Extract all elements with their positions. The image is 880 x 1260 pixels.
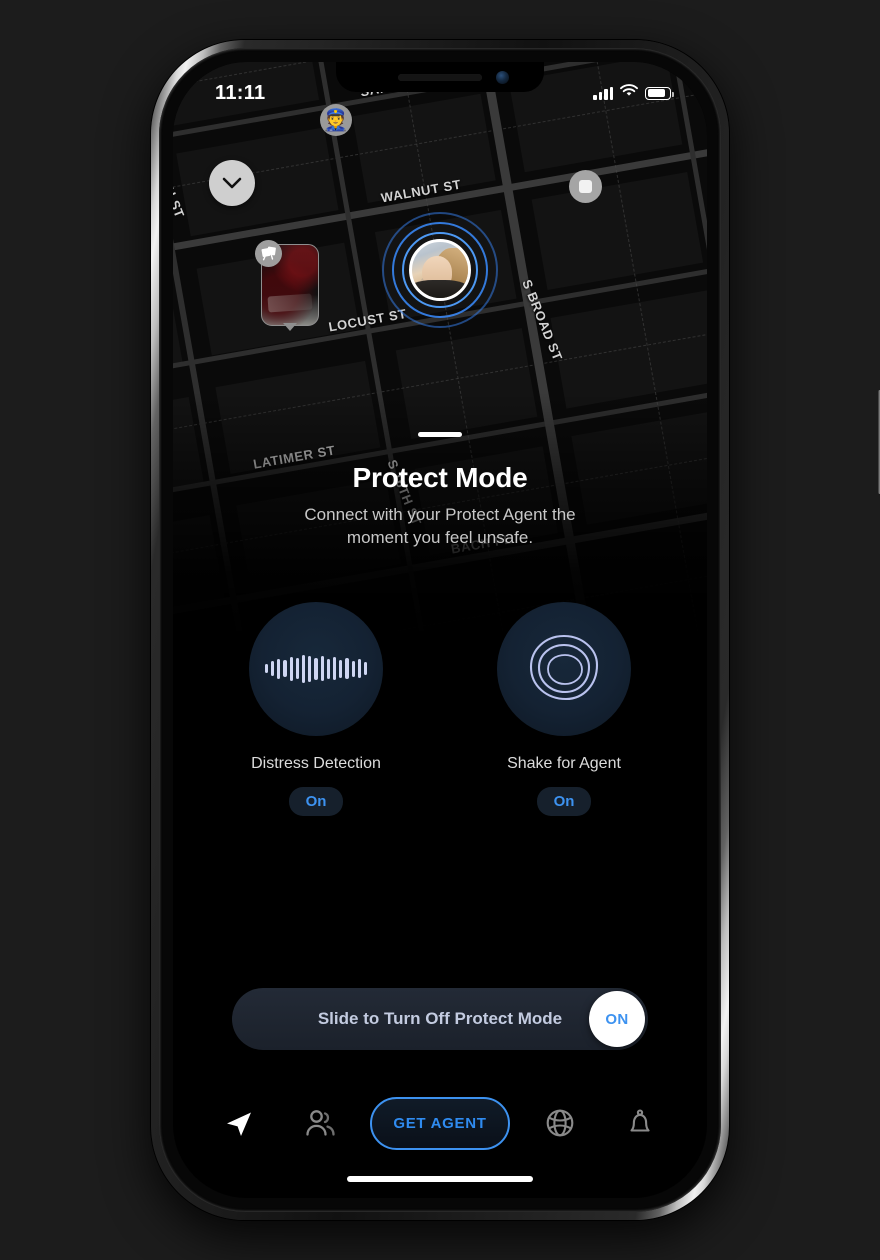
navigation-arrow-icon xyxy=(227,1112,252,1136)
photo-marker[interactable] xyxy=(255,240,319,332)
feature-label: Shake for Agent xyxy=(507,754,621,772)
audio-waveform-icon xyxy=(264,652,368,686)
tab-circles[interactable] xyxy=(289,1092,351,1154)
people-icon xyxy=(306,1110,336,1136)
photo-marker-tail xyxy=(283,323,297,331)
feature-icon-circle xyxy=(249,601,383,736)
user-location-marker[interactable] xyxy=(382,212,498,328)
bell-icon xyxy=(630,1109,651,1132)
page-subtitle: Connect with your Protect Agent the mome… xyxy=(304,505,576,547)
avatar xyxy=(409,239,471,301)
protect-mode-slider[interactable]: Slide to Turn Off Protect Mode ON xyxy=(232,988,648,1050)
feature-icon-circle xyxy=(497,601,631,736)
chevron-down-icon xyxy=(222,177,242,189)
wifi-icon xyxy=(620,84,638,102)
tab-globe[interactable] xyxy=(529,1092,591,1154)
stop-square-icon xyxy=(579,180,592,193)
status-badge[interactable]: On xyxy=(536,786,592,816)
cellular-signal-icon xyxy=(593,86,613,100)
get-agent-button[interactable]: GET AGENT xyxy=(370,1096,510,1150)
status-bar-indicators xyxy=(593,84,674,102)
status-bar: 11:11 xyxy=(173,62,707,120)
status-bar-clock: 11:11 xyxy=(215,82,266,104)
globe-icon xyxy=(546,1109,573,1137)
avatar-shoulder xyxy=(412,280,468,298)
phone-frame: CHESTNUT ST SANSOM ST WALNUT ST LOCUST S… xyxy=(151,40,880,1220)
phone-screen: CHESTNUT ST SANSOM ST WALNUT ST LOCUST S… xyxy=(173,62,707,1198)
feature-label: Distress Detection xyxy=(251,754,381,772)
earpiece-speaker xyxy=(398,74,482,81)
tab-map[interactable] xyxy=(208,1092,270,1154)
slider-knob[interactable]: ON xyxy=(589,991,645,1047)
collapse-sheet-button[interactable] xyxy=(209,160,255,206)
screenshot-root: CHESTNUT ST SANSOM ST WALNUT ST LOCUST S… xyxy=(0,0,880,1260)
tab-alerts[interactable] xyxy=(609,1092,671,1154)
tab-bar: GET AGENT xyxy=(173,1086,707,1160)
slider-label: Slide to Turn Off Protect Mode xyxy=(317,1009,563,1028)
feature-list: Distress Detection On Shake for Agent On xyxy=(173,601,707,816)
drag-handle[interactable] xyxy=(418,432,462,437)
stop-marker[interactable] xyxy=(569,170,602,203)
feature-shake-for-agent[interactable]: Shake for Agent On xyxy=(497,601,631,816)
photo-stack-icon xyxy=(255,240,282,267)
page-title: Protect Mode xyxy=(352,462,528,493)
feature-distress-detection[interactable]: Distress Detection On xyxy=(249,601,383,816)
battery-icon xyxy=(645,86,674,100)
front-camera-icon xyxy=(496,71,509,84)
notch xyxy=(336,62,544,92)
status-badge[interactable]: On xyxy=(288,786,344,816)
home-indicator[interactable] xyxy=(347,1176,533,1182)
concentric-blob-icon xyxy=(529,634,599,700)
